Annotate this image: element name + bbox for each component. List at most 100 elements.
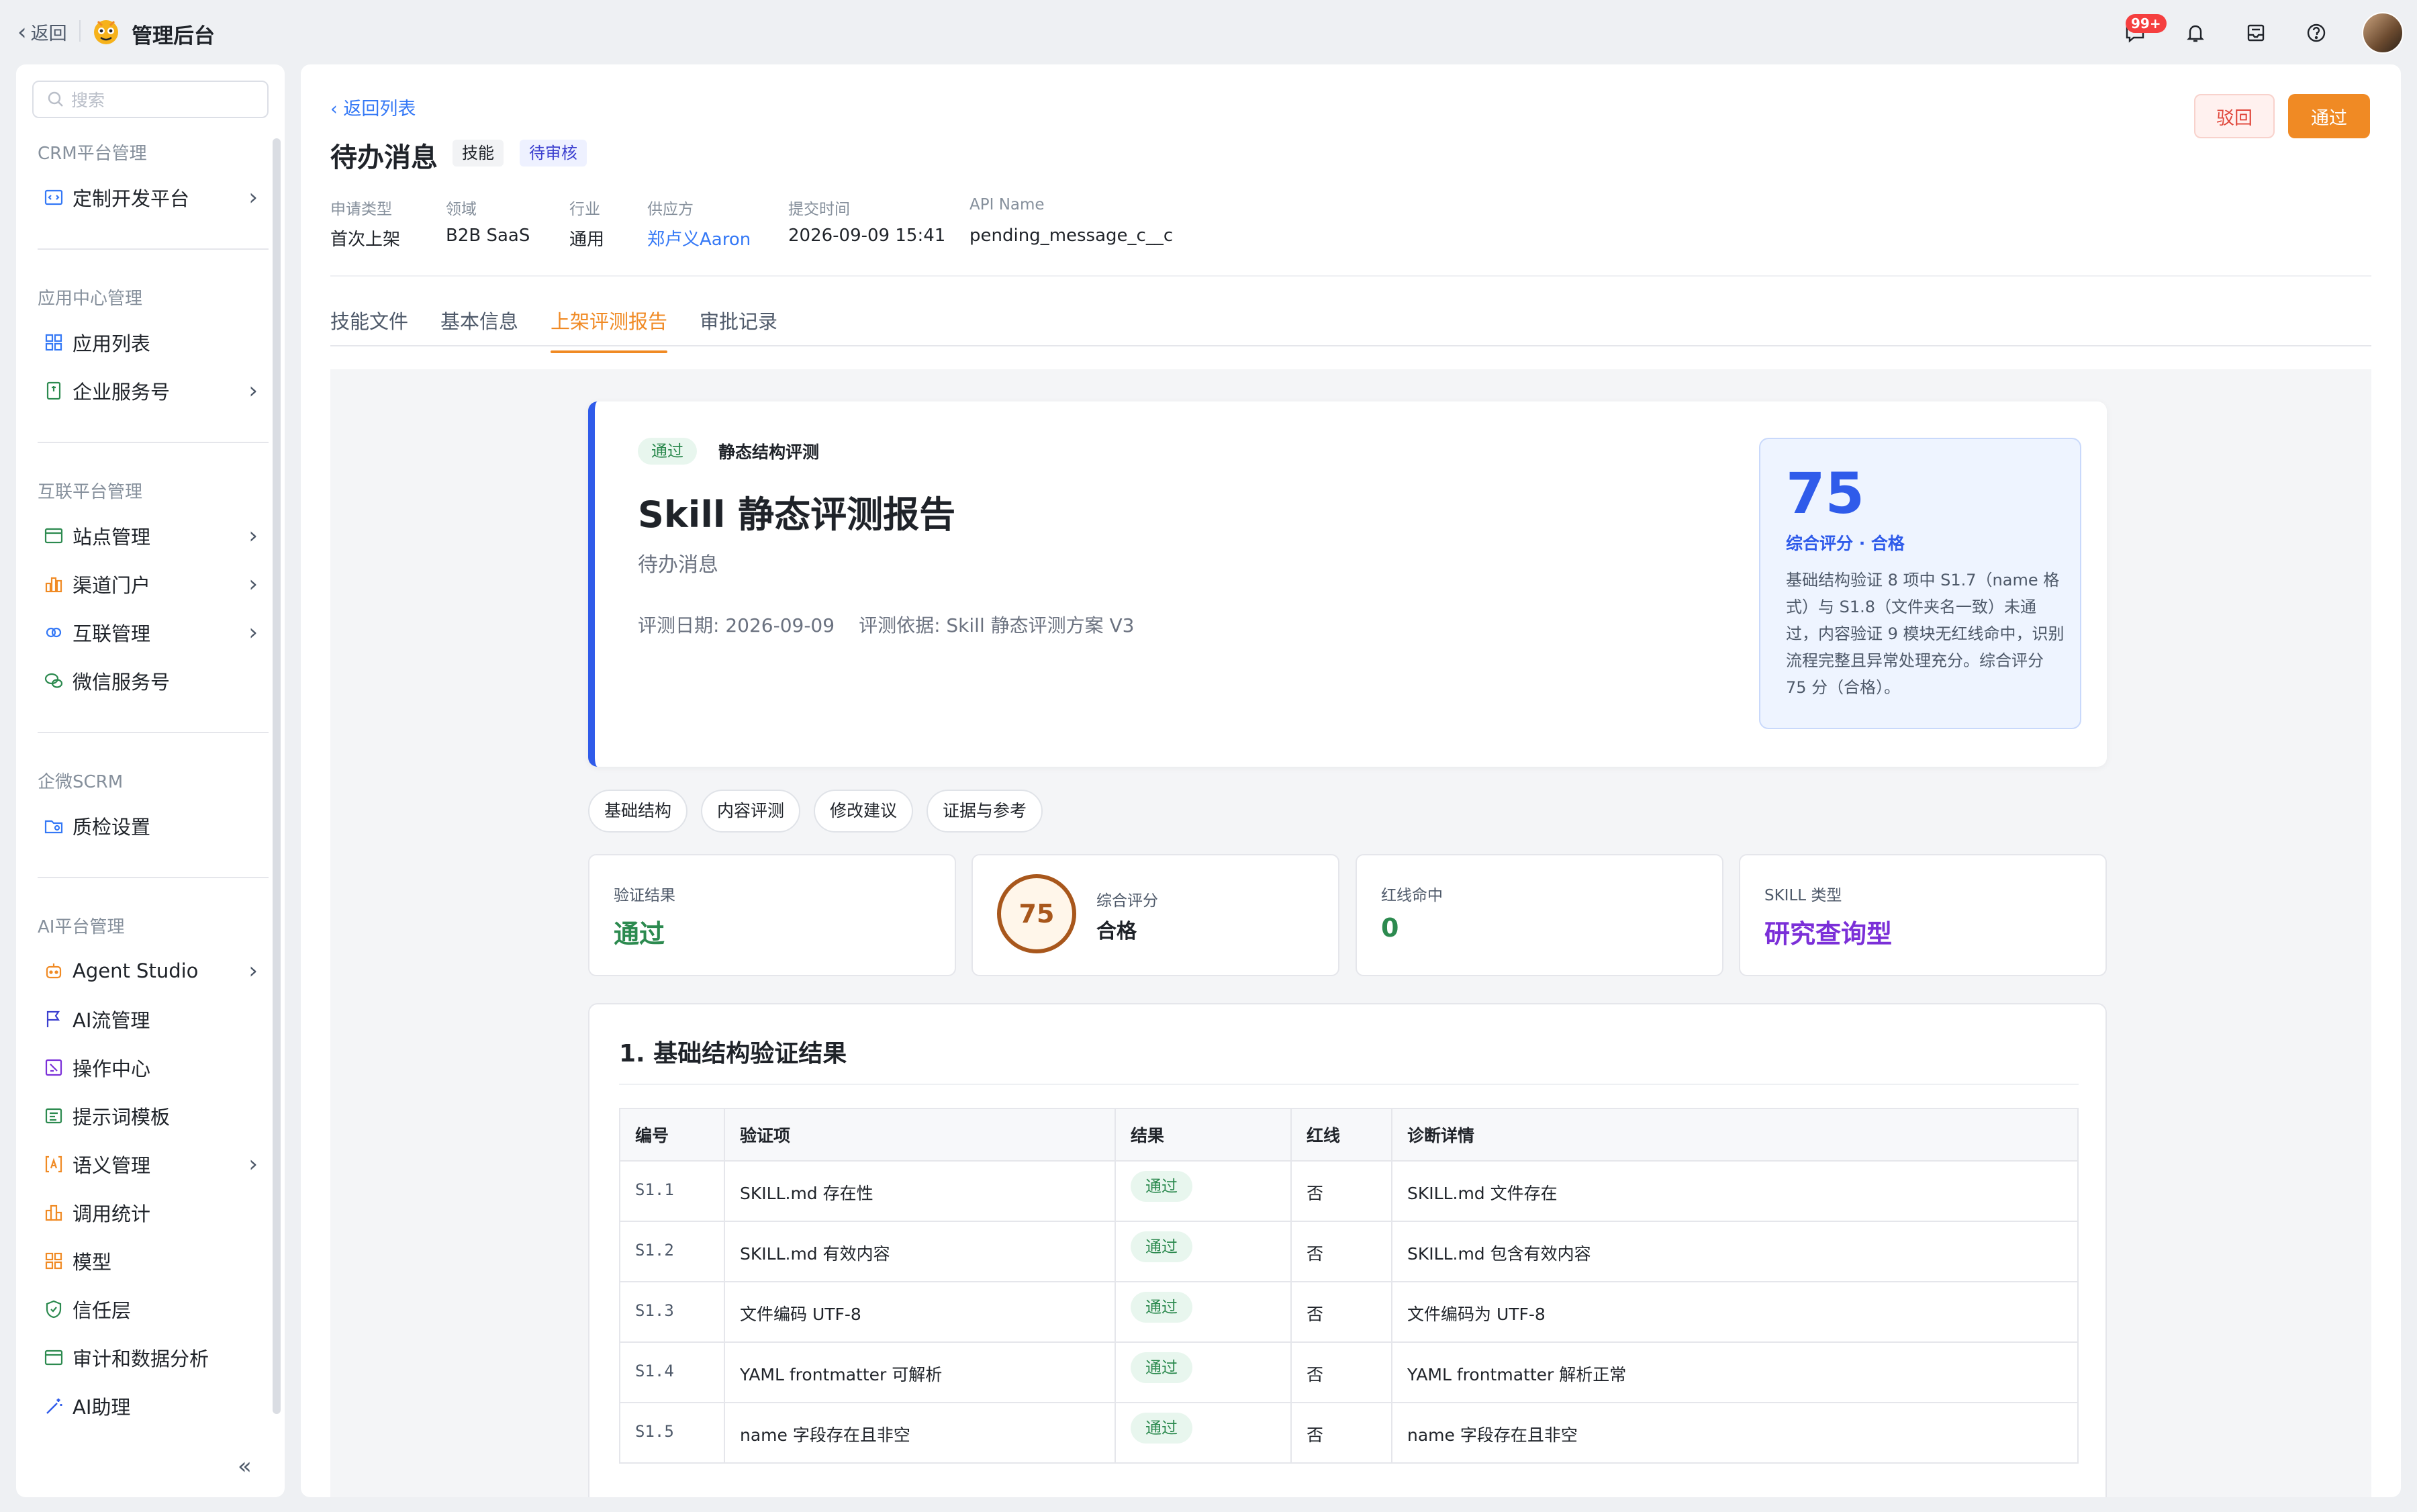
search-input[interactable]: 搜索 <box>32 81 269 118</box>
stat-value: 0 <box>1381 913 1399 943</box>
score-description: 基础结构验证 8 项中 S1.7（name 格式）与 S1.8（文件夹名一致）未… <box>1786 571 2065 697</box>
sidebar-item-audit[interactable]: 审计和数据分析 <box>43 1337 265 1378</box>
chevron-left-icon: ‹ <box>17 18 27 46</box>
sidebar-item-label: 操作中心 <box>73 1057 151 1080</box>
reject-button[interactable]: 驳回 <box>2194 94 2275 138</box>
section-pill-content[interactable]: 内容评测 <box>701 790 801 833</box>
sidebar-item-label: 互联管理 <box>73 622 151 645</box>
sidebar-item-interconnect[interactable]: 互联管理 › <box>43 612 265 653</box>
report-subtitle: 待办消息 <box>638 553 718 577</box>
stat-label: 红线命中 <box>1381 887 1443 904</box>
sidebar-item-label: 定制开发平台 <box>73 187 190 210</box>
chevron-right-icon: › <box>248 184 258 211</box>
section-pill-evidence[interactable]: 证据与参考 <box>927 790 1043 833</box>
column-header: 编号 <box>619 1108 725 1162</box>
back-to-list-link[interactable]: ‹ 返回列表 <box>330 94 416 120</box>
report-meta: 评测日期: 2026-09-09 评测依据: Skill 静态评测方案 V3 <box>638 611 1135 638</box>
sidebar-item-channel[interactable]: 渠道门户 › <box>43 564 265 604</box>
sidebar-item-enterprise-service[interactable]: 企业服务号 › <box>43 371 265 411</box>
cell-result: 通过 <box>1115 1402 1292 1464</box>
pass-badge: 通过 <box>1131 1292 1192 1323</box>
cell-detail: 文件编码为 UTF-8 <box>1391 1281 2079 1343</box>
cell-result: 通过 <box>1115 1341 1292 1403</box>
chevron-right-icon: › <box>248 571 258 598</box>
help-icon[interactable] <box>2302 18 2331 48</box>
sidebar-item-custom-dev[interactable]: 定制开发平台 › <box>43 177 265 218</box>
main-panel: ‹ 返回列表 待办消息 技能 待审核 驳回 通过 申请类型 首次上架 领域 B2… <box>301 64 2401 1497</box>
search-placeholder: 搜索 <box>71 91 105 110</box>
stat-value: 合格 <box>1096 920 1137 943</box>
report-area: 通过 静态结构评测 Skill 静态评测报告 待办消息 评测日期: 2026-0… <box>330 369 2371 1497</box>
pass-badge: 通过 <box>1131 1413 1192 1444</box>
sidebar-item-model[interactable]: 模型 <box>43 1241 265 1281</box>
table-header-row: 编号 验证项 结果 红线 诊断详情 <box>619 1108 2079 1162</box>
sidebar-item-call-stats[interactable]: 调用统计 <box>43 1192 265 1233</box>
meta-label: API Name <box>969 196 1045 214</box>
cell-redline: 否 <box>1290 1281 1392 1343</box>
collapse-sidebar-icon[interactable]: « <box>238 1453 252 1480</box>
cell-id: S1.1 <box>619 1160 725 1222</box>
report-hero-card: 通过 静态结构评测 Skill 静态评测报告 待办消息 评测日期: 2026-0… <box>588 401 2107 767</box>
avatar[interactable] <box>2362 12 2404 54</box>
meta-label: 供应方 <box>647 201 694 218</box>
sidebar-item-site[interactable]: 站点管理 › <box>43 516 265 556</box>
chart-icon <box>43 573 64 595</box>
back-button[interactable]: ‹ 返回 <box>17 19 67 45</box>
cell-redline: 否 <box>1290 1221 1392 1282</box>
sidebar-item-label: AI助理 <box>73 1396 131 1419</box>
stat-card-verify: 验证结果 通过 <box>588 854 956 976</box>
sidebar-item-label: 信任层 <box>73 1299 132 1322</box>
sidebar-item-label: 应用列表 <box>73 332 151 355</box>
sidebar-item-label: 审计和数据分析 <box>73 1348 209 1370</box>
grid-icon <box>43 332 64 353</box>
bell-icon[interactable] <box>2181 18 2210 48</box>
report-title: Skill 静态评测报告 <box>638 493 956 536</box>
sidebar-item-label: 调用统计 <box>73 1202 151 1225</box>
meta-value: 首次上架 <box>330 230 401 250</box>
cell-id: S1.5 <box>619 1402 725 1464</box>
sidebar-item-label: 提示词模板 <box>73 1106 171 1129</box>
sidebar-section-title: 互联平台管理 <box>38 482 143 502</box>
supplier-link[interactable]: 郑卢义Aaron <box>647 226 751 250</box>
stats-icon <box>43 1202 64 1223</box>
sidebar-item-ai-flow[interactable]: AI流管理 <box>43 999 265 1039</box>
sidebar-item-trust-layer[interactable]: 信任层 <box>43 1289 265 1329</box>
cell-id: S1.4 <box>619 1341 725 1403</box>
cell-detail: name 字段存在且非空 <box>1391 1402 2079 1464</box>
sidebar-item-semantic[interactable]: 语义管理 › <box>43 1144 265 1184</box>
divider <box>38 877 269 878</box>
cell-item: 文件编码 UTF-8 <box>724 1281 1116 1343</box>
sidebar-item-wechat[interactable]: 微信服务号 <box>43 661 265 701</box>
code-icon <box>43 187 64 208</box>
stat-label: 综合评分 <box>1096 892 1158 910</box>
folder-check-icon <box>43 815 64 837</box>
sidebar-item-agent-studio[interactable]: Agent Studio › <box>43 951 265 991</box>
stat-card-skill-type: SKILL 类型 研究查询型 <box>1739 854 2107 976</box>
meta-value: 2026-09-09 15:41 <box>788 226 946 246</box>
result-table: 编号 验证项 结果 红线 诊断详情 S1.1 SKILL.md 存在性 通过 否… <box>619 1108 2079 1464</box>
sidebar-item-ai-assistant[interactable]: AI助理 <box>43 1386 265 1426</box>
stat-value: 通过 <box>614 919 665 949</box>
inbox-icon[interactable] <box>2241 18 2271 48</box>
stat-label: SKILL 类型 <box>1764 887 1842 904</box>
template-icon <box>43 1105 64 1127</box>
message-icon[interactable]: 99+ <box>2120 14 2167 48</box>
column-header: 诊断详情 <box>1391 1108 2079 1162</box>
section-pill-suggestions[interactable]: 修改建议 <box>814 790 914 833</box>
magic-wand-icon <box>43 1395 64 1417</box>
sidebar-section-title: 企微SCRM <box>38 772 124 792</box>
bookmark-icon <box>43 380 64 401</box>
sidebar-item-label: 渠道门户 <box>73 574 151 597</box>
sidebar-item-app-list[interactable]: 应用列表 <box>43 322 265 363</box>
section-pill-structure[interactable]: 基础结构 <box>588 790 688 833</box>
window-icon <box>43 525 64 547</box>
sidebar-item-quality[interactable]: 质检设置 <box>43 806 265 846</box>
sidebar-item-operation[interactable]: 操作中心 <box>43 1047 265 1088</box>
cell-item: SKILL.md 有效内容 <box>724 1221 1116 1282</box>
approve-button[interactable]: 通过 <box>2288 94 2370 138</box>
score-ring: 75 <box>997 874 1076 953</box>
sidebar-item-prompt-template[interactable]: 提示词模板 <box>43 1096 265 1136</box>
cell-item: name 字段存在且非空 <box>724 1402 1116 1464</box>
sidebar-item-label: 模型 <box>73 1251 112 1274</box>
sidebar-scrollbar[interactable] <box>273 138 281 1414</box>
